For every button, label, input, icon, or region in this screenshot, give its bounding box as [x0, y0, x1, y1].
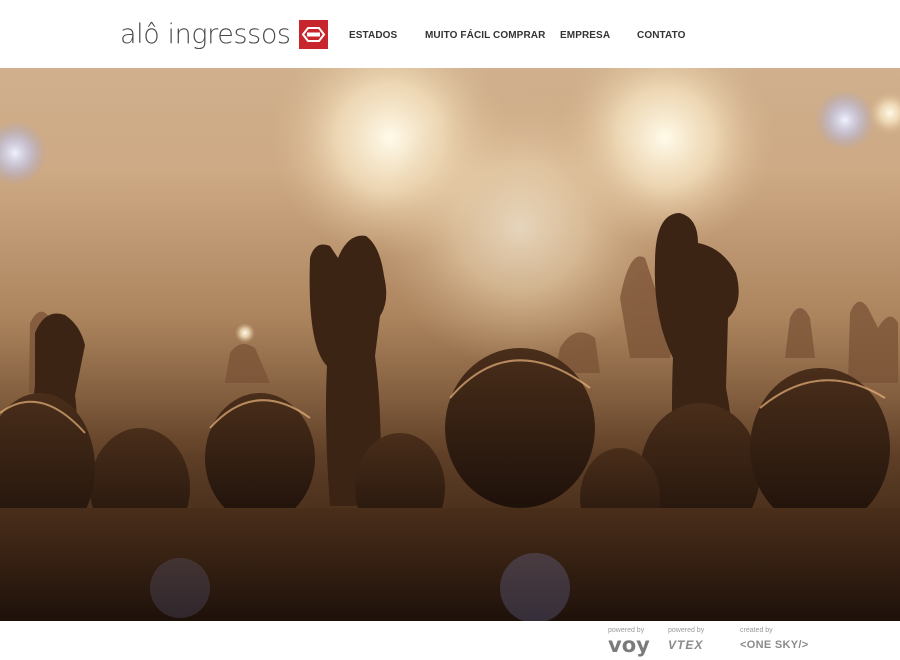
credit-caption: created by: [740, 627, 773, 634]
vtex-logo-text: VTEX: [668, 638, 704, 652]
site-header: alô ingressos ESTADOS MUITO FÁCIL COMPRA…: [0, 0, 900, 68]
site-footer: powered by voy powered by VTEX created b…: [0, 621, 900, 660]
concert-crowd-photo: [0, 68, 900, 621]
credit-caption: powered by: [668, 627, 705, 634]
nav-item-muito-facil-comprar[interactable]: MUITO FÁCIL COMPRAR: [425, 30, 545, 41]
logo-text: alô ingressos: [120, 18, 291, 50]
voy-logo-text: voy: [608, 633, 650, 657]
hero-image: [0, 68, 900, 621]
logo-mark-icon: [298, 19, 328, 49]
credit-voy[interactable]: powered by voy: [608, 627, 650, 656]
onesky-logo-text: <ONE SKY/>: [740, 639, 809, 651]
nav-item-estados[interactable]: ESTADOS: [349, 30, 397, 41]
nav-item-empresa[interactable]: EMPRESA: [560, 30, 610, 41]
credit-onesky[interactable]: created by <ONE SKY/>: [740, 627, 808, 653]
nav-item-contato[interactable]: CONTATO: [637, 30, 685, 41]
credit-vtex[interactable]: powered by VTEX: [668, 627, 704, 653]
logo-link[interactable]: alô ingressos: [120, 14, 328, 54]
